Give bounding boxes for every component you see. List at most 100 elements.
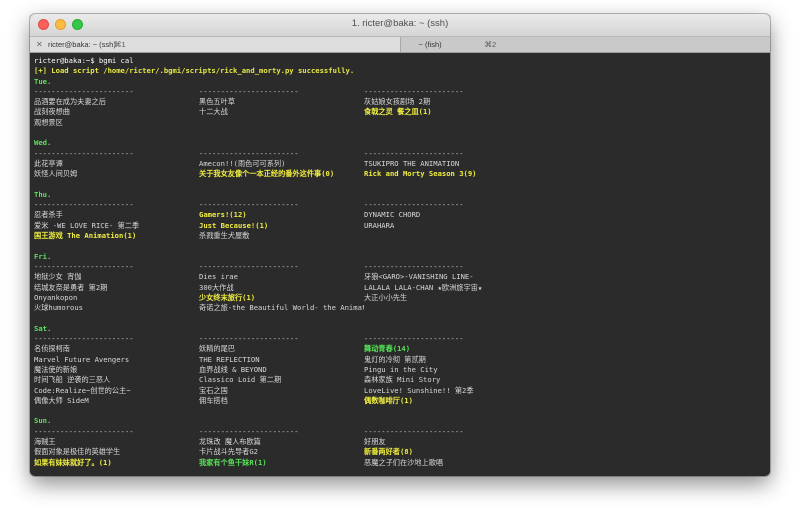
bangumi-title: 关于我女友像个一本正经的番外这件事(0): [199, 169, 335, 179]
tab-ssh[interactable]: ✕ ricter@baka: ~ (ssh) ⌘1: [30, 37, 400, 52]
bangumi-title: 卡片战斗先导者G2: [199, 447, 258, 457]
bangumi-title: 偶数咖啡厅(1): [364, 395, 413, 405]
schedule-row: 时间飞船 逆袭的三恶人 Classico Loid 第二期 森林家族 Mini St…: [34, 375, 766, 385]
schedule-row: 国王游戏 The Animation(1) 杀戮重生犬屋敷: [34, 231, 766, 241]
schedule-row: 火球humorous 奇诺之旅-the Beautiful World- the …: [34, 303, 766, 313]
separator: -----------------------: [199, 261, 299, 271]
schedule-row: 魔法使的新娘 血界战线 & BEYOND Pingu in the City: [34, 365, 766, 375]
tab-label: ~ (fish): [418, 40, 442, 49]
bangumi-title: 偶像大师 SideM: [34, 395, 89, 405]
bangumi-title: 如果有妹妹就好了。(1): [34, 457, 112, 467]
separator-row: ----------------------- -----------------…: [34, 200, 766, 210]
separator: -----------------------: [199, 86, 299, 96]
prompt-line: ricter@baka:~$ bgmi cal: [34, 56, 134, 65]
day-heading: Sat.: [34, 323, 52, 333]
terminal-output[interactable]: ricter@baka:~$ bgmi cal [+] Load script …: [30, 53, 770, 476]
bangumi-title: Amecon!!(雨色可可系列): [199, 158, 286, 168]
bangumi-title: 鬼灯的冷彻 第贰期: [364, 354, 426, 364]
bangumi-title: [364, 118, 764, 128]
day-heading: Wed.: [34, 138, 52, 148]
separator: -----------------------: [34, 426, 134, 436]
load-message: [+] Load script /home/ricter/.bgmi/scrip…: [34, 66, 355, 76]
bangumi-title: 杀戮重生犬屋敷: [199, 231, 250, 241]
separator: -----------------------: [364, 148, 464, 158]
bangumi-title: 我家有个鱼干妹R(1): [199, 457, 267, 467]
schedule-row: 此花亭谭 Amecon!!(雨色可可系列) TSUKIPRO THE ANIMATI…: [34, 159, 766, 169]
bangumi-title: 品酒要在成为夫妻之后: [34, 97, 106, 107]
bangumi-title: Dies irae: [199, 272, 238, 282]
day-heading: Tue.: [34, 76, 52, 86]
schedule-row: 忍者杀手 Gamers!(12) DYNAMIC CHORD: [34, 210, 766, 220]
schedule-row: 观想景区: [34, 118, 766, 128]
day-heading: Fri.: [34, 251, 52, 261]
schedule-row: 品酒要在成为夫妻之后 黑色五叶草 灰姑娘女孩剧场 2期: [34, 97, 766, 107]
schedule-row: 战刻夜想曲 十二大战 食戟之灵 餐之皿(1): [34, 107, 766, 117]
separator-row: ----------------------- -----------------…: [34, 87, 766, 97]
separator-row: ----------------------- -----------------…: [34, 149, 766, 159]
separator-row: ----------------------- -----------------…: [34, 262, 766, 272]
bangumi-title: 地狱少女 宵伽: [34, 272, 82, 282]
schedule-row: 名侦探柯南 妖精的尾巴 舞动青春(14): [34, 344, 766, 354]
schedule-row: 如果有妹妹就好了。(1) 我家有个鱼干妹R(1) 恶魔之子们在沙地上歌唱: [34, 458, 766, 468]
bangumi-title: 战刻夜想曲: [34, 107, 70, 117]
bangumi-title: 宝石之国: [199, 385, 228, 395]
separator: -----------------------: [34, 334, 134, 344]
separator: -----------------------: [199, 148, 299, 158]
bangumi-title: THE REFLECTION: [199, 354, 260, 364]
bangumi-title: Pingu in the City: [364, 364, 438, 374]
schedule-row: Code:Realize~创世的公主~ 宝石之国 LoveLive! Sunshin…: [34, 386, 766, 396]
bangumi-title: URAHARA: [364, 220, 395, 230]
bangumi-title: 奇诺之旅-the Beautiful World- the Animated S…: [199, 303, 364, 313]
separator: -----------------------: [364, 261, 464, 271]
separator: -----------------------: [364, 426, 464, 436]
bangumi-title: 恶魔之子们在沙地上歌唱: [364, 457, 444, 467]
bangumi-title: LoveLive! Sunshine!! 第2季: [364, 385, 474, 395]
bangumi-title: 魔法使的新娘: [34, 364, 78, 374]
bangumi-title: 森林家族 Mini Story: [364, 375, 441, 385]
bangumi-title: 血界战线 & BEYOND: [199, 364, 267, 374]
separator: -----------------------: [34, 148, 134, 158]
bangumi-title: [364, 231, 764, 241]
separator-row: ----------------------- -----------------…: [34, 334, 766, 344]
bangumi-title: 龙珠改 魔人布欧篇: [199, 436, 261, 446]
separator: -----------------------: [364, 334, 464, 344]
separator: -----------------------: [199, 426, 299, 436]
bangumi-title: 火球humorous: [34, 303, 83, 313]
separator: -----------------------: [34, 86, 134, 96]
schedule-row: 地狱少女 宵伽 Dies irae 牙狼<GARO>-VANISHING LINE-: [34, 272, 766, 282]
bangumi-title: 十二大战: [199, 107, 228, 117]
bangumi-title: 牙狼<GARO>-VANISHING LINE-: [364, 272, 474, 282]
schedule-row: 妖怪人间贝姆 关于我女友像个一本正经的番外这件事(0) Rick and Morty…: [34, 169, 766, 179]
bangumi-title: Rick and Morty Season 3(9): [364, 169, 477, 179]
schedule-row: 偶像大师 SideM 佣车搭档 偶数咖啡厅(1): [34, 396, 766, 406]
bangumi-title: [364, 303, 764, 313]
tab-label: ricter@baka: ~ (ssh): [48, 40, 116, 49]
separator-row: ----------------------- -----------------…: [34, 427, 766, 437]
bangumi-title: Marvel Future Avengers: [34, 354, 130, 364]
separator: -----------------------: [34, 261, 134, 271]
day-heading: Sun.: [34, 416, 52, 426]
tab-fish[interactable]: ~ (fish) ⌘2: [399, 37, 771, 52]
bangumi-title: 300大作战: [199, 282, 234, 292]
bangumi-title: 佣车搭档: [199, 395, 228, 405]
bangumi-title: LALALA LALA-CHAN ★欧洲旅宇宙★: [364, 282, 483, 292]
bangumi-title: Just Because!(1): [199, 220, 269, 230]
bangumi-title: 少女终末旅行(1): [199, 292, 256, 302]
tab-close-icon[interactable]: ✕: [36, 37, 43, 52]
bangumi-title: Code:Realize~创世的公主~: [34, 385, 131, 395]
bangumi-title: 时间飞船 逆袭的三恶人: [34, 375, 111, 385]
tab-shortcut: ⌘1: [114, 40, 126, 49]
title-bar: 1. ricter@baka: ~ (ssh): [30, 14, 770, 37]
bangumi-title: Classico Loid 第二期: [199, 375, 282, 385]
bangumi-title: 海贼王: [34, 436, 56, 446]
bangumi-title: 舞动青春(14): [364, 344, 411, 354]
bangumi-title: 黑色五叶草: [199, 97, 235, 107]
bangumi-title: Onyankopon: [34, 292, 78, 302]
bangumi-title: 妖怪人间贝姆: [34, 169, 78, 179]
